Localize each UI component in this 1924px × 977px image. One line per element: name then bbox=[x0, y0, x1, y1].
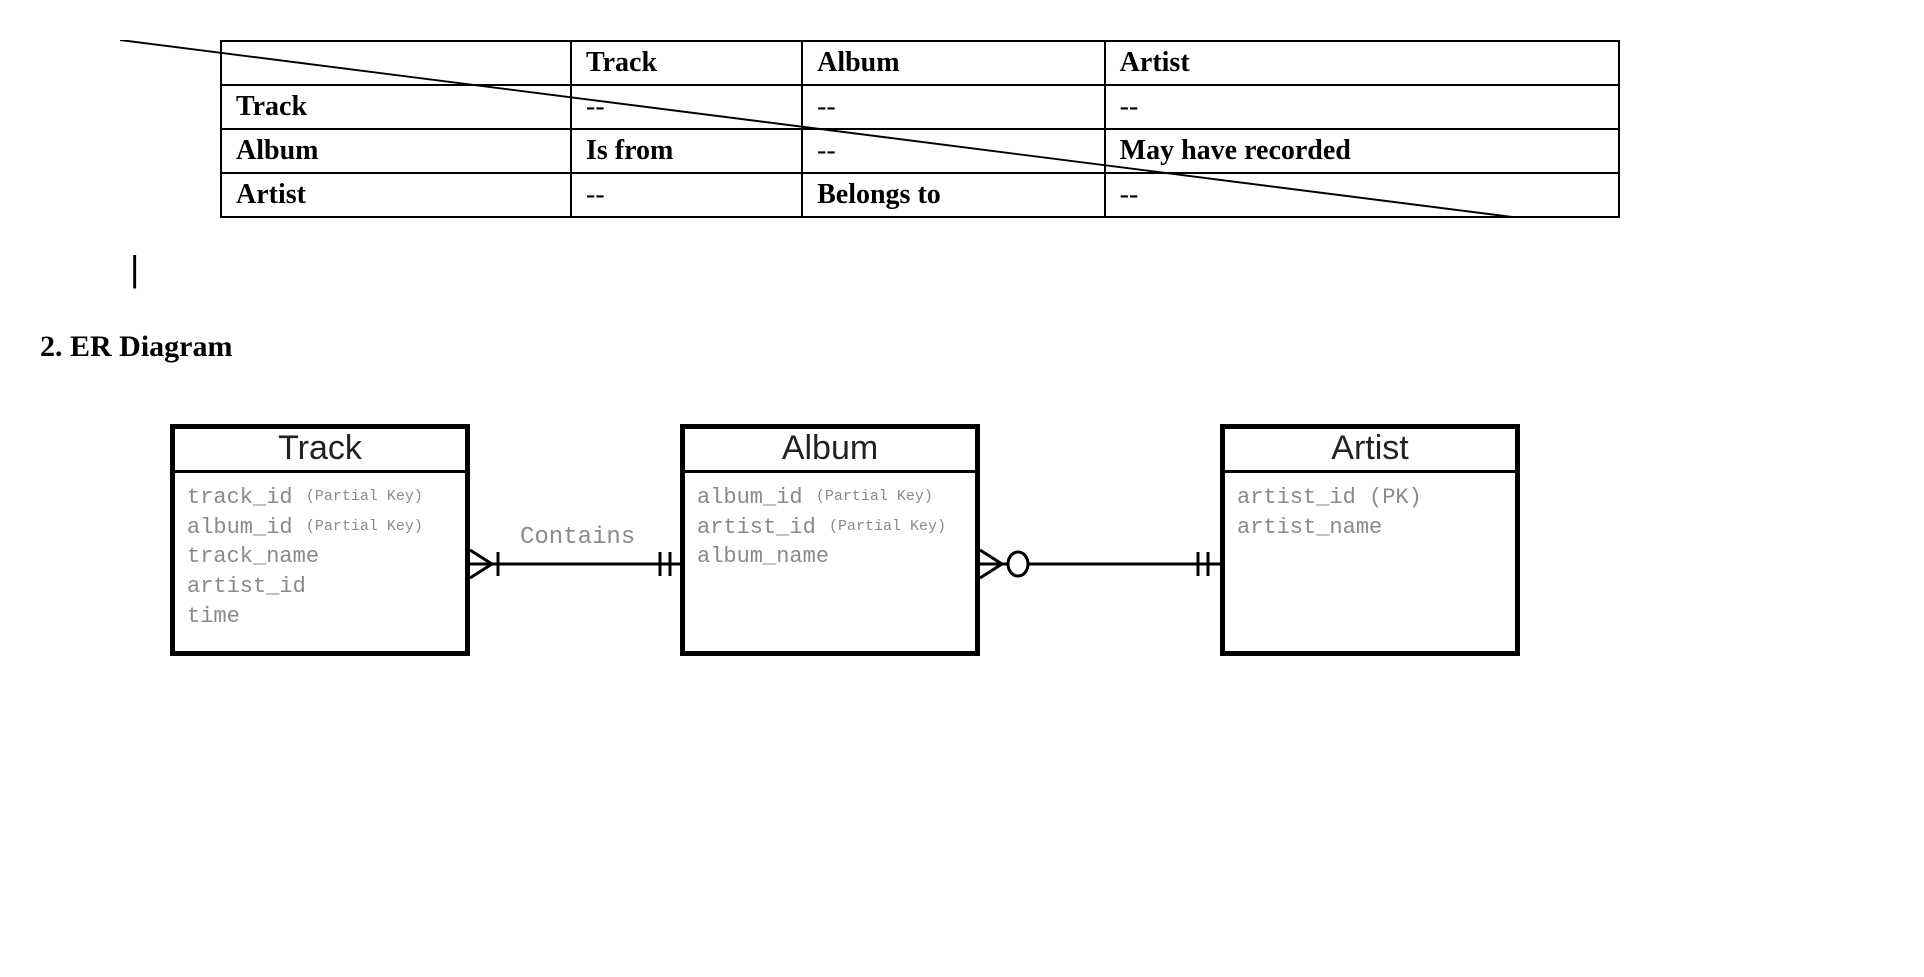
matrix-cell: -- bbox=[1105, 85, 1619, 129]
entity-album: Album album_id (Partial Key) artist_id (… bbox=[680, 424, 980, 656]
attr-row: track_name bbox=[187, 542, 453, 572]
connector-track-album bbox=[470, 544, 680, 584]
entity-attributes: track_id (Partial Key) album_id (Partial… bbox=[175, 473, 465, 651]
text-cursor: | bbox=[130, 248, 1904, 290]
attr-row: artist_id (PK) bbox=[1237, 483, 1503, 513]
matrix-col-header: Album bbox=[802, 41, 1105, 85]
attr-row: artist_id bbox=[187, 572, 453, 602]
matrix-cell: May have recorded bbox=[1105, 129, 1619, 173]
attr-row: time bbox=[187, 602, 453, 632]
entity-track: Track track_id (Partial Key) album_id (P… bbox=[170, 424, 470, 656]
er-diagram: Track track_id (Partial Key) album_id (P… bbox=[170, 424, 1570, 724]
attr-row: artist_id (Partial Key) bbox=[697, 513, 963, 543]
matrix-cell: -- bbox=[571, 173, 802, 217]
matrix-cell: -- bbox=[802, 129, 1105, 173]
matrix-corner-cell bbox=[221, 41, 571, 85]
matrix-cell: Belongs to bbox=[802, 173, 1105, 217]
connector-album-artist bbox=[980, 544, 1220, 584]
attr-row: album_id (Partial Key) bbox=[187, 513, 453, 543]
matrix-cell: -- bbox=[802, 85, 1105, 129]
entity-attributes: artist_id (PK) artist_name bbox=[1225, 473, 1515, 651]
matrix-cell: -- bbox=[571, 85, 802, 129]
attr-row: album_id (Partial Key) bbox=[697, 483, 963, 513]
attr-row: track_id (Partial Key) bbox=[187, 483, 453, 513]
matrix-cell: Is from bbox=[571, 129, 802, 173]
entity-title: Artist bbox=[1225, 429, 1515, 473]
entity-title: Track bbox=[175, 429, 465, 473]
entity-title: Album bbox=[685, 429, 975, 473]
matrix-row-header: Artist bbox=[221, 173, 571, 217]
relationship-matrix-container: Track Album Artist Track -- -- -- Album … bbox=[120, 40, 1520, 218]
attr-row: artist_name bbox=[1237, 513, 1503, 543]
matrix-col-header: Track bbox=[571, 41, 802, 85]
matrix-cell: -- bbox=[1105, 173, 1619, 217]
relationship-matrix: Track Album Artist Track -- -- -- Album … bbox=[220, 40, 1620, 218]
attr-row: album_name bbox=[697, 542, 963, 572]
section-heading: 2. ER Diagram bbox=[40, 330, 1904, 364]
entity-attributes: album_id (Partial Key) artist_id (Partia… bbox=[685, 473, 975, 651]
matrix-col-header: Artist bbox=[1105, 41, 1619, 85]
entity-artist: Artist artist_id (PK) artist_name bbox=[1220, 424, 1520, 656]
matrix-row-header: Track bbox=[221, 85, 571, 129]
matrix-row-header: Album bbox=[221, 129, 571, 173]
